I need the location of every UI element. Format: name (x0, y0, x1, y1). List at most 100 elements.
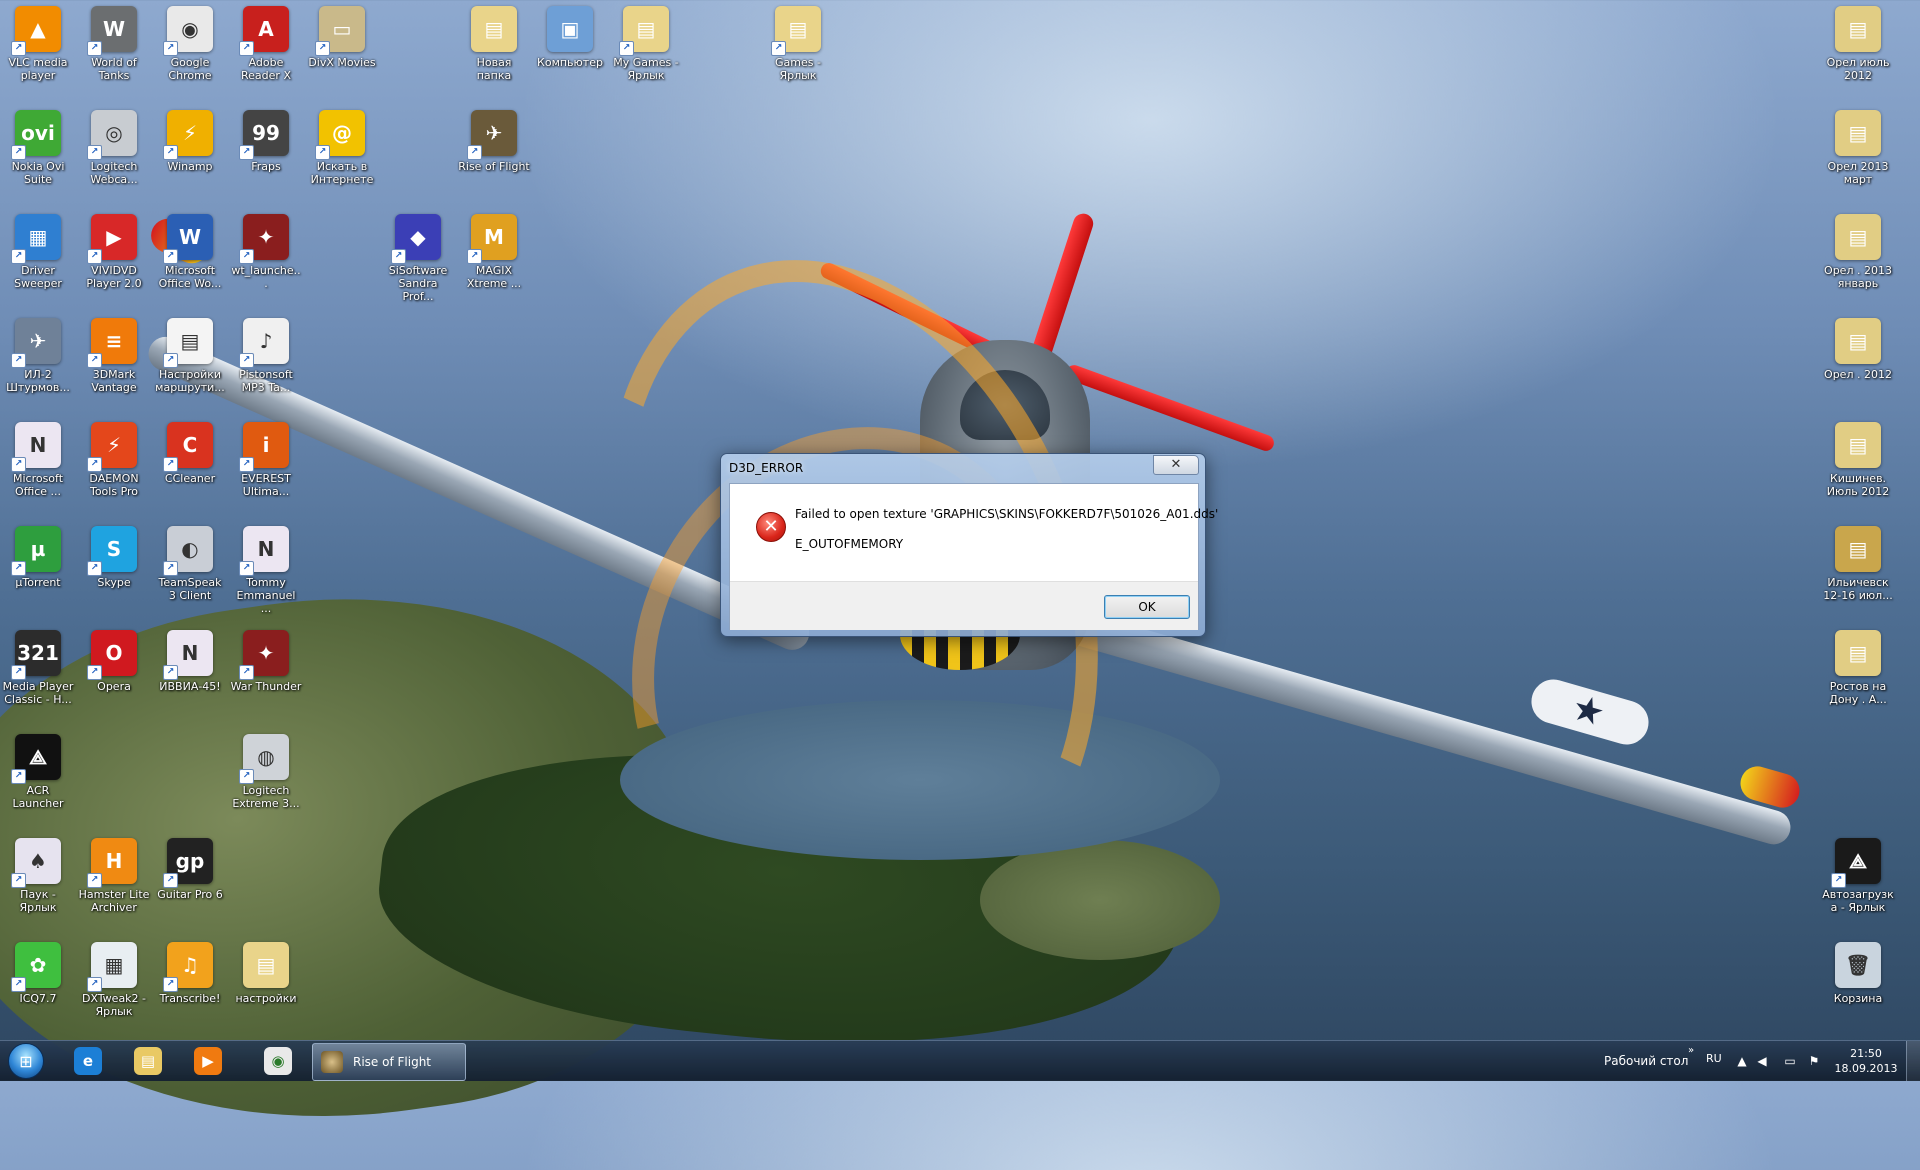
desktop-icon[interactable]: ♫ ↗ Transcribe! (152, 936, 228, 1040)
desktop-icon[interactable]: ▶ ↗ VIVIDVD Player 2.0 (76, 208, 152, 312)
desktop-icon[interactable]: ⚡ ↗ Winamp (152, 104, 228, 208)
desktop-icon[interactable]: @ ↗ Искать в Интернете (304, 104, 380, 208)
desktop-icon-label: Новая папка (476, 56, 512, 82)
shortcut-arrow-icon: ↗ (163, 561, 178, 576)
desktop-icon[interactable]: ✈ ↗ Rise of Flight (456, 104, 532, 208)
fraps-icon: 99 ↗ (239, 110, 289, 160)
shortcut-arrow-icon: ↗ (11, 977, 26, 992)
shortcut-arrow-icon: ↗ (163, 457, 178, 472)
tray-up-arrow-icon[interactable]: ▲ (1734, 1053, 1750, 1069)
desktop-icon[interactable]: ▤ Ильичевск 12-16 июл... (1820, 520, 1896, 624)
desktop-icon-label: Media Player Classic - H... (2, 680, 74, 706)
desktop-icon[interactable]: ⟁ ↗ Автозагрузка - Ярлык (1820, 832, 1896, 936)
desktop-icon[interactable]: ▤ Ростов на Дону . А... (1820, 624, 1896, 728)
desktop-icon[interactable]: ◎ ↗ Logitech Webca... (76, 104, 152, 208)
clock[interactable]: 21:50 18.09.2013 (1832, 1046, 1900, 1076)
tank-icon: W ↗ (87, 6, 137, 56)
desktop-icon[interactable]: C ↗ CCleaner (152, 416, 228, 520)
pinned-explorer-folder-button[interactable]: ▤ (120, 1043, 176, 1079)
desktop-icon[interactable]: ✿ ↗ ICQ7.7 (0, 936, 76, 1040)
action-center-flag-icon[interactable]: ⚑ (1806, 1053, 1822, 1069)
desktop-icon[interactable]: ▭ ↗ DivX Movies (304, 0, 380, 104)
desktop-icon[interactable]: ▲ ↗ VLC media player (0, 0, 76, 104)
guitar-pro-icon: gp ↗ (163, 838, 213, 888)
skype-icon: S ↗ (87, 526, 137, 576)
desktop-icon[interactable]: ▤ ↗ My Games - Ярлык (608, 0, 684, 104)
desktop-icon[interactable]: ◍ ↗ Logitech Extreme 3... (228, 728, 304, 832)
desktop-icon[interactable]: gp ↗ Guitar Pro 6 (152, 832, 228, 936)
desktop-toolbar-label[interactable]: Рабочий стол (1604, 1054, 1688, 1068)
desktop-icon[interactable]: N ↗ ИВВИА-45! (152, 624, 228, 728)
desktop-icon[interactable]: µ ↗ µTorrent (0, 520, 76, 624)
desktop-icon[interactable]: ▤ ↗ Настройки маршрути... (152, 312, 228, 416)
desktop-icon[interactable]: W ↗ Microsoft Office Wo... (152, 208, 228, 312)
pinned-internet-explorer-button[interactable]: e (60, 1043, 116, 1079)
desktop-icon[interactable]: W ↗ World of Tanks (76, 0, 152, 104)
desktop-icon[interactable]: ▤ Кишинев. Июль 2012 (1820, 416, 1896, 520)
desktop-icon[interactable]: ▣ Компьютер (532, 0, 608, 104)
shortcut-arrow-icon: ↗ (163, 977, 178, 992)
desktop-icon[interactable]: ♠ ↗ Паук - Ярлык (0, 832, 76, 936)
language-indicator[interactable]: RU (1706, 1052, 1722, 1065)
desktop-icon[interactable]: ⟁ ↗ ACR Launcher (0, 728, 76, 832)
desktop-icon[interactable]: ▤ Новая папка (456, 0, 532, 104)
toolbar-expand-chevron[interactable]: » (1688, 1045, 1694, 1056)
shortcut-arrow-icon: ↗ (87, 249, 102, 264)
shortcut-arrow-icon: ↗ (87, 41, 102, 56)
desktop-icon[interactable]: ✦ ↗ War Thunder (228, 624, 304, 728)
desktop-icon[interactable]: ✈ ↗ ИЛ-2 Штурмов... (0, 312, 76, 416)
desktop-icon[interactable]: ▤ настройки (228, 936, 304, 1040)
show-desktop-button[interactable] (1906, 1041, 1920, 1081)
sandra-icon: ◆ ↗ (391, 214, 441, 264)
desktop-icon[interactable]: ◆ ↗ SiSoftware Sandra Prof... (380, 208, 456, 312)
shortcut-arrow-icon: ↗ (163, 353, 178, 368)
desktop-icon[interactable]: ▤ Орел . 2012 (1820, 312, 1896, 416)
volume-icon[interactable]: ◀ (1754, 1053, 1770, 1069)
close-button[interactable]: ✕ (1153, 455, 1199, 475)
war-thunder-icon: ✦ ↗ (239, 630, 289, 680)
taskbar-item-rise-of-flight[interactable]: Rise of Flight (312, 1043, 466, 1081)
folder-icon: ▤ (471, 6, 517, 52)
desktop-icon[interactable]: ▤ Орел июль 2012 (1820, 0, 1896, 104)
desktop-icon[interactable]: ▦ ↗ Driver Sweeper (0, 208, 76, 312)
desktop-icon-label: MAGIX Xtreme ... (466, 264, 522, 290)
error-dialog: D3D_ERROR ✕ ✕ Failed to open texture 'GR… (720, 453, 1218, 637)
3dmark-icon: ≡ ↗ (87, 318, 137, 368)
hamster-icon: H ↗ (87, 838, 137, 888)
desktop-icon[interactable]: ▤ Орел 2013 март (1820, 104, 1896, 208)
desktop-icon[interactable]: ⚡ ↗ DAEMON Tools Pro (76, 416, 152, 520)
desktop-icon[interactable]: ▤ ↗ Games - Ярлык (760, 0, 836, 104)
desktop-icon[interactable]: 99 ↗ Fraps (228, 104, 304, 208)
magix-icon: M ↗ (467, 214, 517, 264)
transcribe-icon: ♫ ↗ (163, 942, 213, 992)
desktop-icon[interactable]: ◉ ↗ Google Chrome (152, 0, 228, 104)
start-button[interactable]: ⊞ (4, 1043, 48, 1079)
desktop-icon[interactable]: i ↗ EVEREST Ultima... (228, 416, 304, 520)
desktop-icon[interactable]: ▦ ↗ DXTweak2 - Ярлык (76, 936, 152, 1040)
desktop-icon[interactable]: O ↗ Opera (76, 624, 152, 728)
desktop-icon[interactable]: ♪ ↗ Pistonsoft MP3 Ta... (228, 312, 304, 416)
onenote-icon: N ↗ (239, 526, 289, 576)
desktop-icon-label: Настройки маршрути... (155, 368, 225, 394)
desktop-icon[interactable]: H ↗ Hamster Lite Archiver (76, 832, 152, 936)
desktop-icon[interactable]: M ↗ MAGIX Xtreme ... (456, 208, 532, 312)
desktop-icon[interactable]: ✦ ↗ wt_launche... (228, 208, 304, 312)
desktop-icon[interactable]: ◐ ↗ TeamSpeak 3 Client (152, 520, 228, 624)
desktop-icon[interactable]: ≡ ↗ 3DMark Vantage (76, 312, 152, 416)
shortcut-arrow-icon: ↗ (239, 353, 254, 368)
pinned-media-player-button[interactable]: ▶ (180, 1043, 236, 1079)
desktop-icon[interactable]: ovi ↗ Nokia Ovi Suite (0, 104, 76, 208)
desktop-icon[interactable]: N ↗ Tommy Emmanuel ... (228, 520, 304, 624)
desktop-icon-label: ICQ7.7 (19, 992, 57, 1005)
desktop-icon[interactable]: S ↗ Skype (76, 520, 152, 624)
shortcut-arrow-icon: ↗ (11, 457, 26, 472)
desktop-icon[interactable]: 321 ↗ Media Player Classic - H... (0, 624, 76, 728)
ok-button[interactable]: OK (1104, 595, 1190, 619)
pinned-chrome-button[interactable]: ◉ (250, 1043, 306, 1079)
desktop-icon-label: War Thunder (230, 680, 302, 693)
desktop-icon[interactable]: ▤ Орел . 2013 январь (1820, 208, 1896, 312)
desktop-icon[interactable]: A ↗ Adobe Reader X (228, 0, 304, 104)
desktop-icon[interactable]: N ↗ Microsoft Office ... (0, 416, 76, 520)
desktop-icon[interactable]: 🗑 Корзина (1820, 936, 1896, 1040)
network-icon[interactable]: ▭ (1782, 1053, 1798, 1069)
